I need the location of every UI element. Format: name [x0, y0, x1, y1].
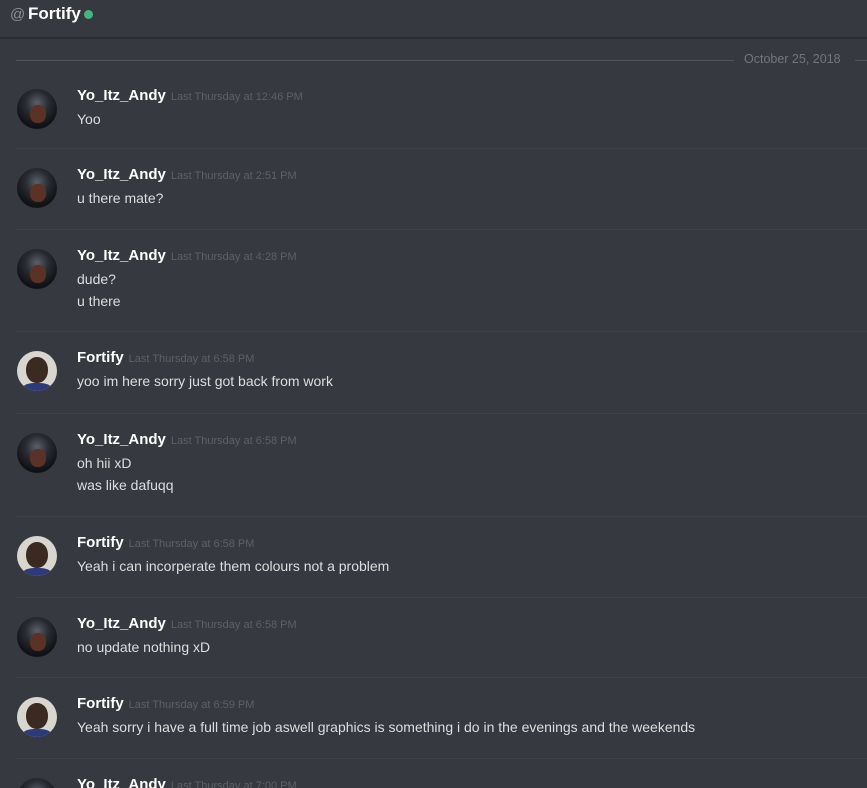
author-name[interactable]: Fortify	[77, 695, 124, 712]
message-separator	[16, 758, 867, 759]
message-separator	[16, 413, 867, 414]
message-author[interactable]: Yo_Itz_Andy Last Thursday at 6:58 PM	[77, 615, 297, 632]
message-separator	[16, 597, 867, 598]
message-text: no update nothing xD	[77, 639, 211, 655]
message-timestamp: Last Thursday at 6:58 PM	[170, 435, 297, 447]
message-timestamp: Last Thursday at 12:46 PM	[170, 91, 303, 103]
message-timestamp: Last Thursday at 2:51 PM	[170, 170, 297, 182]
date-divider-label: October 25, 2018	[744, 52, 841, 66]
online-status-icon	[84, 10, 93, 19]
message-text: Yoo	[77, 111, 101, 127]
fortify-avatar[interactable]	[17, 351, 57, 391]
message-author[interactable]: Yo_Itz_Andy Last Thursday at 6:58 PM	[77, 431, 297, 448]
message-separator	[16, 148, 867, 149]
message-separator	[16, 331, 867, 332]
message-author[interactable]: Fortify Last Thursday at 6:59 PM	[77, 695, 254, 712]
fortify-avatar[interactable]	[17, 697, 57, 737]
andy-avatar[interactable]	[17, 249, 57, 289]
message-author[interactable]: Yo_Itz_Andy Last Thursday at 4:28 PM	[77, 247, 297, 264]
message-text: yoo im here sorry just got back from wor…	[77, 373, 333, 389]
andy-avatar[interactable]	[17, 778, 57, 788]
message-text: was like dafuqq	[77, 477, 174, 493]
message-author[interactable]: Yo_Itz_Andy Last Thursday at 2:51 PM	[77, 166, 297, 183]
message-timestamp: Last Thursday at 6:58 PM	[170, 619, 297, 631]
message-author[interactable]: Fortify Last Thursday at 6:58 PM	[77, 349, 254, 366]
message-separator	[16, 229, 867, 230]
fortify-avatar[interactable]	[17, 536, 57, 576]
message-text: u there	[77, 293, 121, 309]
author-name[interactable]: Yo_Itz_Andy	[77, 615, 166, 632]
author-name[interactable]: Yo_Itz_Andy	[77, 776, 166, 788]
message-timestamp: Last Thursday at 4:28 PM	[170, 251, 297, 263]
andy-avatar[interactable]	[17, 89, 57, 129]
message-author[interactable]: Yo_Itz_Andy Last Thursday at 12:46 PM	[77, 87, 303, 104]
andy-avatar[interactable]	[17, 617, 57, 657]
dm-username-title[interactable]: Fortify	[28, 4, 81, 24]
message-timestamp: Last Thursday at 6:59 PM	[128, 699, 255, 711]
message-text: Yeah i can incorperate them colours not …	[77, 558, 390, 574]
message-author[interactable]: Yo_Itz_Andy Last Thursday at 7:00 PM	[77, 776, 297, 788]
message-text: u there mate?	[77, 190, 164, 206]
message-separator	[16, 516, 867, 517]
andy-avatar[interactable]	[17, 433, 57, 473]
at-icon: @	[10, 6, 26, 23]
message-text: oh hii xD	[77, 455, 132, 471]
author-name[interactable]: Yo_Itz_Andy	[77, 247, 166, 264]
dm-header: @ Fortify	[0, 0, 867, 38]
author-name[interactable]: Yo_Itz_Andy	[77, 166, 166, 183]
message-timestamp: Last Thursday at 6:58 PM	[128, 538, 255, 550]
message-list[interactable]: October 25, 2018 Yo_Itz_Andy Last Thursda…	[0, 38, 867, 788]
author-name[interactable]: Yo_Itz_Andy	[77, 87, 166, 104]
divider-line	[16, 60, 734, 61]
divider-line	[855, 60, 867, 61]
message-author[interactable]: Fortify Last Thursday at 6:58 PM	[77, 534, 254, 551]
message-timestamp: Last Thursday at 7:00 PM	[170, 780, 297, 788]
message-separator	[16, 677, 867, 678]
author-name[interactable]: Fortify	[77, 349, 124, 366]
message-text: dude?	[77, 271, 116, 287]
author-name[interactable]: Yo_Itz_Andy	[77, 431, 166, 448]
message-timestamp: Last Thursday at 6:58 PM	[128, 353, 255, 365]
author-name[interactable]: Fortify	[77, 534, 124, 551]
message-text: Yeah sorry i have a full time job aswell…	[77, 719, 696, 735]
andy-avatar[interactable]	[17, 168, 57, 208]
date-divider: October 25, 2018	[16, 51, 867, 69]
